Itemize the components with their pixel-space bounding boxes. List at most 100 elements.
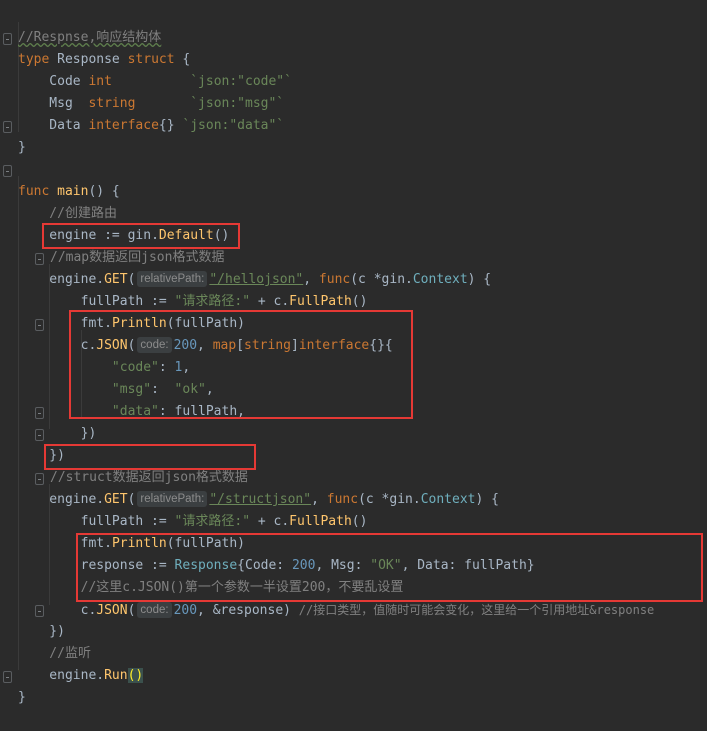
- function-name: main: [49, 184, 89, 199]
- code-line[interactable]: engine.Run(): [0, 643, 144, 683]
- punctuation: :: [151, 382, 175, 397]
- code-line[interactable]: //创建路由: [0, 181, 117, 221]
- type-keyword: int: [88, 74, 112, 89]
- code-text: c.JSON(code: 200, &response) //接口类型，值随时可能…: [18, 599, 654, 622]
- code-line[interactable]: "msg": "ok",: [0, 357, 214, 397]
- code-text: Msg string `json:"msg"`: [18, 93, 284, 115]
- package-name: fmt: [80, 536, 105, 551]
- code-text: fmt.Println(fullPath): [18, 533, 245, 555]
- string-literal: "/hellojson": [209, 272, 304, 287]
- method-name: FullPath: [289, 514, 352, 529]
- fold-marker-icon[interactable]: [35, 473, 44, 485]
- code-line[interactable]: fmt.Println(fullPath): [0, 291, 245, 331]
- keyword: string: [244, 338, 291, 353]
- punctuation: ,: [182, 360, 191, 375]
- code-line[interactable]: Msg string `json:"msg"`: [0, 71, 284, 111]
- punctuation: (c *: [350, 272, 382, 287]
- struct-tag: `json:"code"`: [190, 74, 292, 89]
- punctuation: ) {: [467, 272, 492, 287]
- punctuation: :: [158, 360, 175, 375]
- code-text: fmt.Println(fullPath): [18, 313, 245, 335]
- code-line[interactable]: fullPath := "请求路径:" + c.FullPath(): [0, 269, 368, 309]
- fold-marker-icon[interactable]: [35, 253, 44, 265]
- punctuation: .: [151, 228, 159, 243]
- parameter-hint: relativePath:: [137, 271, 208, 287]
- code-line[interactable]: Code int `json:"code"`: [0, 49, 292, 89]
- code-line[interactable]: func main() {: [0, 159, 120, 199]
- identifier: fullPath :=: [18, 514, 175, 529]
- method-name: JSON: [96, 338, 128, 353]
- punctuation: (): [351, 514, 368, 529]
- number-literal: 200: [173, 338, 198, 353]
- identifier: (fullPath): [166, 536, 246, 551]
- identifier: fullPath :=: [18, 294, 175, 309]
- package-name: gin: [127, 228, 152, 243]
- identifier: : fullPath,: [158, 404, 245, 419]
- code-line[interactable]: fmt.Println(fullPath): [0, 511, 245, 551]
- code-text: "code": 1,: [18, 357, 190, 379]
- code-text: engine.GET(relativePath: "/hellojson", fu…: [18, 269, 491, 291]
- keyword: interface: [298, 338, 370, 353]
- punctuation: + c.: [250, 514, 290, 529]
- code-text: fullPath := "请求路径:" + c.FullPath(): [18, 291, 368, 313]
- code-line[interactable]: Data interface{} `json:"data"`: [0, 93, 284, 133]
- comment: //Respnse,响应结构体: [18, 30, 162, 45]
- code-line[interactable]: "data": fullPath,: [0, 379, 245, 419]
- package-name: fmt: [80, 316, 105, 331]
- code-line[interactable]: }): [0, 423, 65, 463]
- code-line[interactable]: //监听: [0, 621, 91, 661]
- code-line[interactable]: c.JSON(code: 200, map[string]interface{}{: [0, 313, 393, 353]
- code-line[interactable]: fullPath := "请求路径:" + c.FullPath(): [0, 489, 368, 529]
- parameter-hint: code:: [137, 337, 172, 353]
- code-line[interactable]: }): [0, 599, 65, 639]
- code-line[interactable]: type Response struct {: [0, 27, 190, 67]
- type-name: Response: [174, 558, 238, 573]
- code-line[interactable]: }): [0, 401, 97, 441]
- punctuation: (): [213, 228, 230, 243]
- punctuation: .: [412, 492, 421, 507]
- code-line[interactable]: }: [0, 665, 31, 705]
- code-line[interactable]: "code": 1,: [0, 335, 190, 375]
- code-line[interactable]: //map数据返回json格式数据: [0, 225, 224, 265]
- code-line[interactable]: }: [0, 115, 31, 155]
- closing-brace: }: [18, 140, 26, 155]
- package-name: gin: [381, 272, 406, 287]
- punctuation: ,: [197, 338, 213, 353]
- code-line[interactable]: engine.GET(relativePath: "/structjson", f…: [0, 467, 499, 507]
- number-literal: 200: [291, 558, 316, 573]
- package-name: gin: [389, 492, 413, 507]
- code-editor[interactable]: //Respnse,响应结构体 type Response struct { C…: [0, 0, 707, 705]
- comment: //struct数据返回json格式数据: [50, 470, 248, 485]
- punctuation: (: [127, 492, 136, 507]
- identifier: , &response): [197, 603, 299, 618]
- punctuation: [: [236, 338, 245, 353]
- identifier: engine :=: [18, 228, 128, 243]
- code-text: Code int `json:"code"`: [18, 71, 292, 93]
- punctuation: (: [127, 338, 136, 353]
- code-line[interactable]: //struct数据返回json格式数据: [0, 445, 248, 485]
- keyword: map: [212, 338, 237, 353]
- code-line[interactable]: //这里c.JSON()第一个参数一半设置200，不要乱设置: [0, 555, 404, 595]
- code-line[interactable]: engine.GET(relativePath: "/hellojson", fu…: [0, 247, 491, 287]
- closing-brace: }: [18, 690, 26, 705]
- code-line[interactable]: c.JSON(code: 200, &response) //接口类型，值随时可能…: [0, 577, 654, 618]
- identifier: (fullPath): [166, 316, 246, 331]
- code-line[interactable]: response := Response{Code: 200, Msg: "OK…: [0, 533, 535, 573]
- method-name: GET: [104, 492, 128, 507]
- string-literal: "msg": [111, 382, 152, 397]
- method-name: Println: [111, 316, 167, 331]
- code-line[interactable]: engine := gin.Default(): [0, 203, 229, 243]
- type-name: Context: [412, 272, 468, 287]
- method-name: Run: [104, 668, 128, 683]
- code-text: c.JSON(code: 200, map[string]interface{}{: [18, 335, 393, 357]
- punctuation: .: [104, 536, 112, 551]
- punctuation: (c *: [358, 492, 390, 507]
- code-line[interactable]: //Respnse,响应结构体: [0, 5, 161, 45]
- code-text: engine.GET(relativePath: "/structjson", f…: [18, 489, 499, 511]
- string-literal: "OK": [370, 558, 402, 573]
